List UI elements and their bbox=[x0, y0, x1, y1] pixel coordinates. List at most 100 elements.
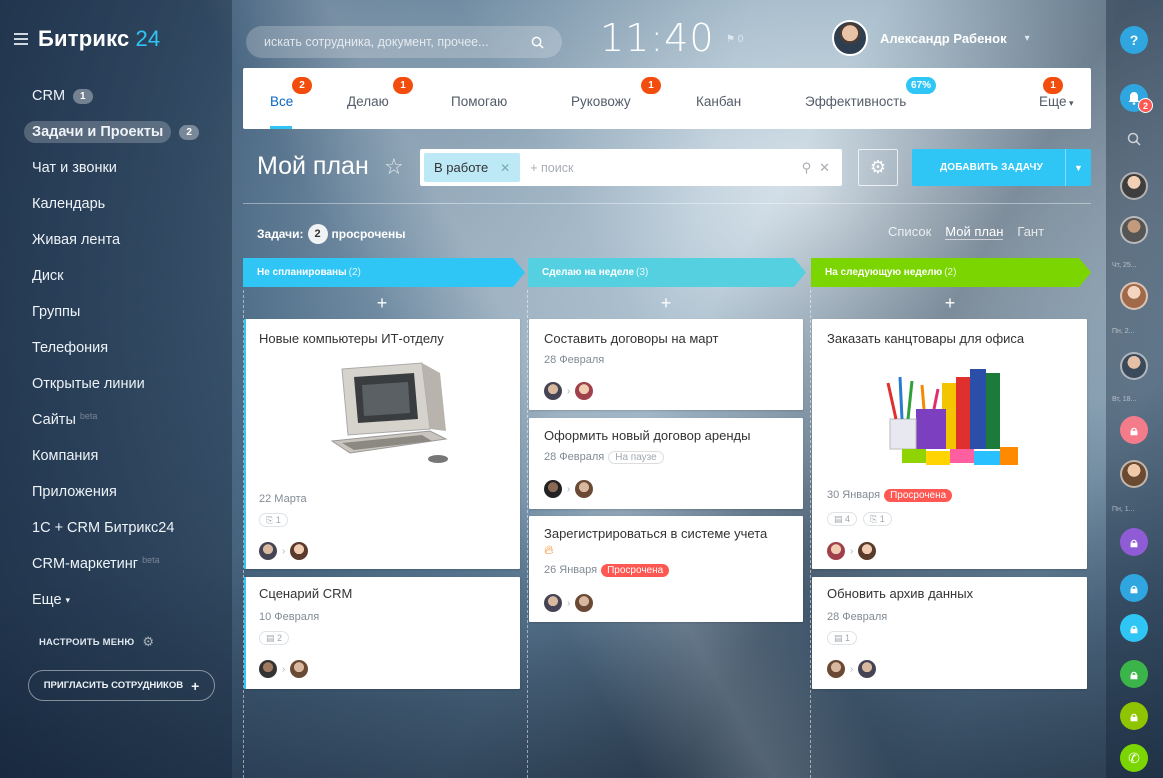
sidebar-item-open-lines[interactable]: Открытые линии bbox=[32, 366, 232, 402]
menu-icon[interactable] bbox=[14, 33, 28, 45]
avatar[interactable] bbox=[544, 382, 562, 400]
sidebar-item-more[interactable]: Еще ▾ bbox=[32, 582, 232, 618]
settings-button[interactable]: ⚙ bbox=[858, 149, 898, 186]
tab-badge: 1 bbox=[1043, 77, 1063, 94]
user-name[interactable]: Александр Рабенок bbox=[880, 31, 1007, 46]
sidebar-item-tasks[interactable]: Задачи и Проекты 2 bbox=[24, 114, 232, 150]
task-deadline: 10 Февраля bbox=[259, 611, 320, 623]
search-icon[interactable]: ⚲ bbox=[802, 160, 812, 176]
task-filter[interactable]: В работе ✕ + поиск ⚲ ✕ bbox=[420, 149, 842, 186]
task-title[interactable]: Составить договоры на март bbox=[544, 331, 718, 346]
help-button[interactable]: ? bbox=[1120, 26, 1148, 54]
add-card-button[interactable]: + bbox=[528, 293, 804, 314]
sidebar-item-disk[interactable]: Диск bbox=[32, 258, 232, 294]
sidebar-item-telephony[interactable]: Телефония bbox=[32, 330, 232, 366]
comment-count: ▤ 4 bbox=[827, 512, 858, 526]
view-list[interactable]: Список bbox=[888, 224, 931, 240]
column-divider bbox=[527, 290, 528, 778]
filter-chip[interactable]: В работе ✕ bbox=[424, 153, 521, 182]
add-card-button[interactable]: + bbox=[812, 293, 1088, 314]
avatar[interactable] bbox=[827, 660, 845, 678]
lock-icon[interactable]: 🔒︎ bbox=[1120, 614, 1148, 642]
work-day-indicator[interactable]: ⚑ 0 bbox=[726, 34, 743, 45]
lock-icon[interactable]: 🔒︎ bbox=[1120, 528, 1148, 556]
task-card[interactable]: Заказать канцтовары для офиса 30 Января П… bbox=[812, 319, 1087, 569]
task-title[interactable]: Зарегистрироваться в системе учета 🔥︎ bbox=[544, 526, 774, 558]
configure-menu-link[interactable]: НАСТРОИТЬ МЕНЮ ⚙ bbox=[39, 634, 154, 650]
overdue-summary[interactable]: Задачи: 2 просрочены bbox=[257, 224, 405, 244]
task-card[interactable]: Зарегистрироваться в системе учета 🔥︎ 26… bbox=[529, 516, 803, 622]
sidebar-item-1c-crm[interactable]: 1С + CRM Битрикс24 bbox=[32, 510, 232, 546]
close-icon[interactable]: ✕ bbox=[500, 161, 510, 175]
sidebar-item-chat[interactable]: Чат и звонки bbox=[32, 150, 232, 186]
filter-search-input[interactable]: + поиск bbox=[530, 161, 801, 175]
invite-employees-button[interactable]: ПРИГЛАСИТЬ СОТРУДНИКОВ + bbox=[28, 670, 215, 701]
lock-icon[interactable]: 🔒︎ bbox=[1120, 702, 1148, 730]
task-participants: › bbox=[827, 542, 877, 560]
task-title[interactable]: Сценарий CRM bbox=[259, 586, 352, 601]
task-deadline: 28 Февраля bbox=[544, 354, 605, 366]
add-task-button[interactable]: ДОБАВИТЬ ЗАДАЧУ ▼ bbox=[912, 149, 1091, 186]
avatar[interactable] bbox=[1120, 352, 1148, 380]
task-title[interactable]: Обновить архив данных bbox=[827, 586, 973, 601]
avatar[interactable] bbox=[290, 660, 309, 678]
avatar[interactable] bbox=[290, 542, 309, 560]
tab-all[interactable]: Все bbox=[270, 94, 293, 109]
tab-helping[interactable]: Помогаю bbox=[451, 94, 507, 109]
task-card[interactable]: Оформить новый договор аренды 28 Февраля… bbox=[529, 418, 803, 509]
close-icon[interactable]: ✕ bbox=[819, 160, 830, 176]
task-card[interactable]: Составить договоры на март 28 Февраля › bbox=[529, 319, 803, 410]
sidebar-item-sites[interactable]: Сайты beta bbox=[32, 402, 232, 438]
user-menu[interactable]: Александр Рабенок ▾ bbox=[832, 20, 1030, 56]
avatar[interactable] bbox=[827, 542, 845, 560]
avatar[interactable] bbox=[1120, 216, 1148, 244]
task-title[interactable]: Новые компьютеры ИТ-отделу bbox=[259, 331, 444, 346]
avatar[interactable] bbox=[858, 542, 877, 560]
comment-count: ▤ 1 bbox=[827, 631, 858, 645]
task-card[interactable]: Новые компьютеры ИТ-отделу 22 Марта ⎘ 1 … bbox=[244, 319, 520, 569]
avatar[interactable] bbox=[259, 542, 277, 560]
avatar[interactable] bbox=[1120, 172, 1148, 200]
sidebar-item-company[interactable]: Компания bbox=[32, 438, 232, 474]
phone-icon[interactable]: ✆ bbox=[1120, 744, 1148, 772]
avatar[interactable] bbox=[259, 660, 277, 678]
sidebar-item-feed[interactable]: Живая лента bbox=[32, 222, 232, 258]
tab-managing[interactable]: Руковожу bbox=[571, 94, 631, 109]
sidebar-item-calendar[interactable]: Календарь bbox=[32, 186, 232, 222]
avatar[interactable] bbox=[575, 382, 594, 400]
avatar[interactable] bbox=[575, 480, 594, 498]
sidebar-item-crm-marketing[interactable]: CRM-маркетинг beta bbox=[32, 546, 232, 582]
lock-icon[interactable]: 🔒︎ bbox=[1120, 574, 1148, 602]
view-plan[interactable]: Мой план bbox=[945, 224, 1004, 240]
tab-doing[interactable]: Делаю bbox=[347, 94, 389, 109]
clock[interactable]: 11:40 bbox=[600, 16, 715, 60]
search-icon[interactable] bbox=[531, 36, 544, 49]
avatar[interactable] bbox=[544, 594, 562, 612]
tab-efficiency[interactable]: Эффективность bbox=[805, 94, 906, 109]
global-search-input[interactable]: искать сотрудника, документ, прочее... bbox=[246, 26, 562, 58]
avatar[interactable] bbox=[1120, 460, 1148, 488]
tab-more[interactable]: Еще ▾ bbox=[1039, 94, 1074, 109]
task-title[interactable]: Оформить новый договор аренды bbox=[544, 428, 750, 443]
gear-icon: ⚙ bbox=[869, 157, 887, 177]
add-card-button[interactable]: + bbox=[244, 293, 520, 314]
task-card[interactable]: Обновить архив данных 28 Февраля ▤ 1 › bbox=[812, 577, 1087, 689]
task-card[interactable]: Сценарий CRM 10 Февраля ▤ 2 › bbox=[244, 577, 520, 689]
lock-icon[interactable]: 🔒︎ bbox=[1120, 416, 1148, 444]
logo[interactable]: Битрикс 24 bbox=[14, 24, 160, 54]
avatar[interactable] bbox=[575, 594, 594, 612]
view-gantt[interactable]: Гант bbox=[1017, 224, 1044, 240]
avatar[interactable] bbox=[858, 660, 877, 678]
star-icon[interactable]: ☆ bbox=[384, 154, 404, 180]
tab-kanban[interactable]: Канбан bbox=[696, 94, 741, 109]
sidebar-item-groups[interactable]: Группы bbox=[32, 294, 232, 330]
avatar[interactable] bbox=[832, 20, 868, 56]
sidebar-item-apps[interactable]: Приложения bbox=[32, 474, 232, 510]
avatar[interactable] bbox=[1120, 282, 1148, 310]
avatar[interactable] bbox=[544, 480, 562, 498]
lock-icon[interactable]: 🔒︎ bbox=[1120, 660, 1148, 688]
search-icon[interactable] bbox=[1127, 132, 1141, 151]
sidebar-item-crm[interactable]: CRM 1 bbox=[32, 78, 232, 114]
task-title[interactable]: Заказать канцтовары для офиса bbox=[827, 331, 1024, 346]
chevron-down-icon[interactable]: ▼ bbox=[1065, 149, 1091, 186]
